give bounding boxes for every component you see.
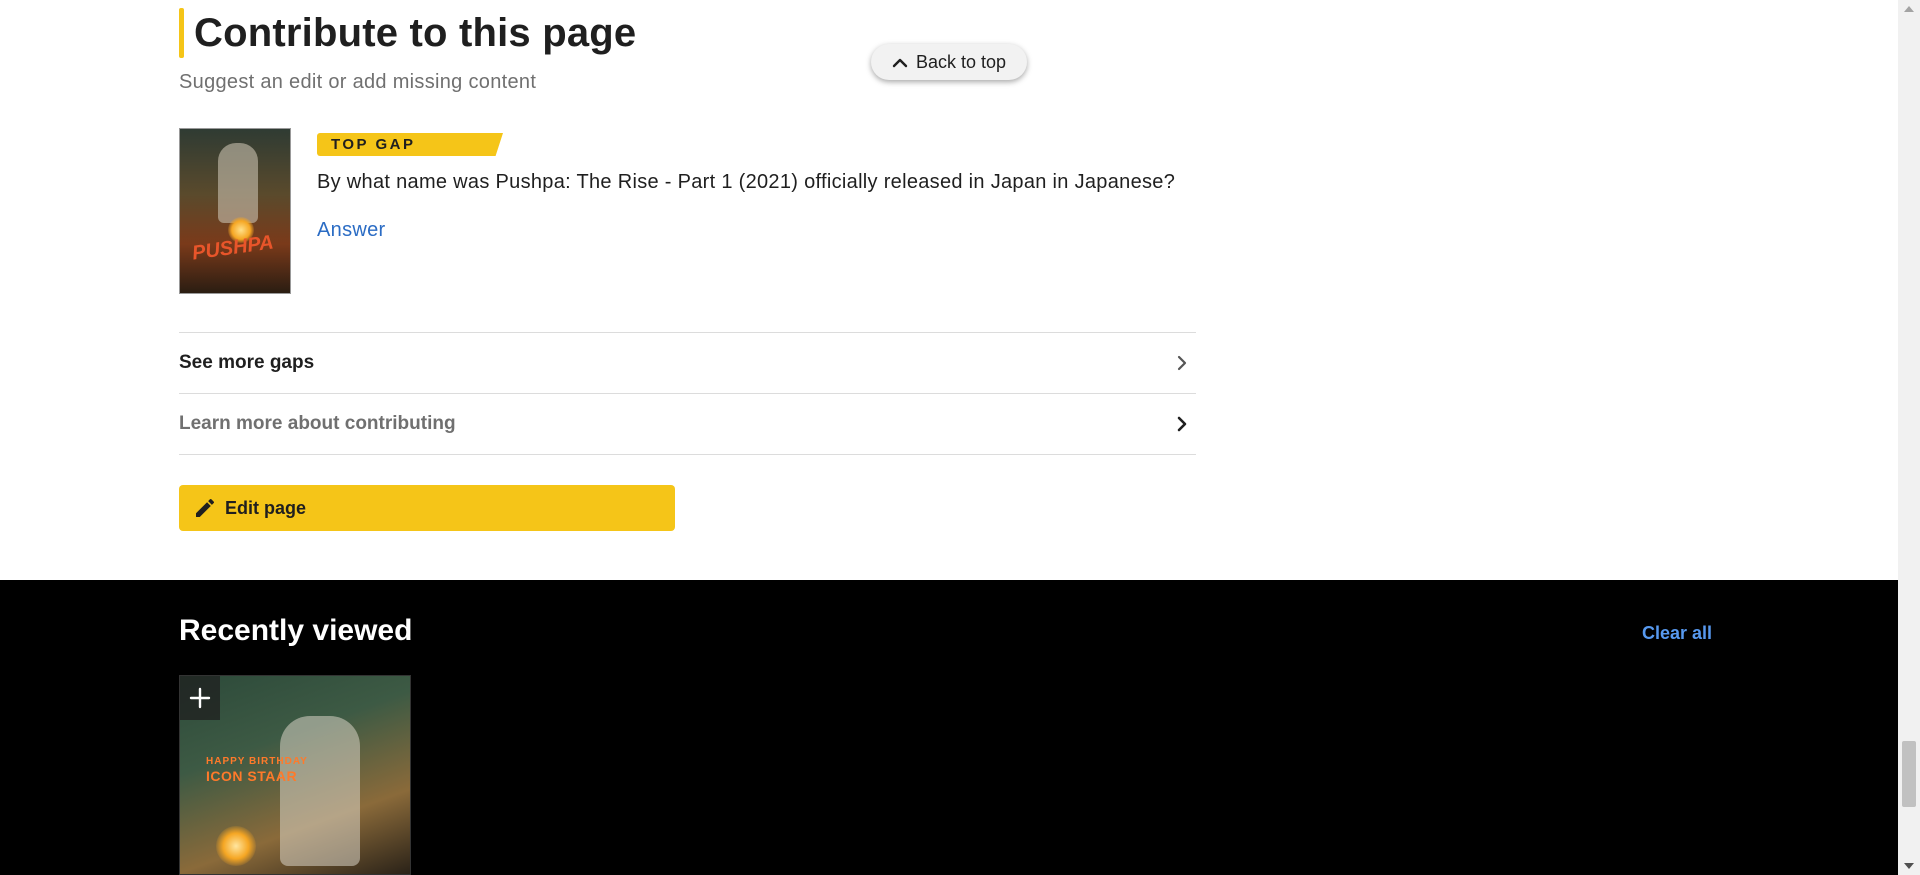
- scroll-down-arrow-icon[interactable]: [1904, 863, 1914, 869]
- poster-figure: [218, 143, 258, 223]
- learn-more-row[interactable]: Learn more about contributing: [179, 393, 1196, 455]
- back-to-top-button[interactable]: Back to top: [871, 44, 1027, 80]
- poster-text-line2: ICON STAAR: [206, 768, 298, 784]
- scrollbar-thumb[interactable]: [1902, 741, 1916, 807]
- chevron-up-icon: [892, 58, 908, 68]
- section-subtitle: Suggest an edit or add missing content: [179, 71, 537, 93]
- section-heading: Contribute to this page: [179, 8, 636, 58]
- plus-icon: [189, 687, 211, 709]
- recently-viewed-title: Recently viewed: [179, 614, 413, 647]
- edit-page-button[interactable]: Edit page: [179, 485, 675, 531]
- chevron-right-icon: [1177, 416, 1187, 432]
- answer-link[interactable]: Answer: [317, 219, 386, 242]
- see-more-gaps-row[interactable]: See more gaps: [179, 332, 1196, 392]
- gap-question: By what name was Pushpa: The Rise - Part…: [317, 171, 1176, 193]
- edit-page-label: Edit page: [225, 497, 307, 518]
- back-to-top-label: Back to top: [915, 51, 1007, 72]
- clear-all-link[interactable]: Clear all: [1642, 623, 1712, 644]
- chevron-right-icon: [1177, 355, 1187, 370]
- learn-more-label: Learn more about contributing: [179, 413, 456, 434]
- pencil-icon: [196, 498, 215, 517]
- contribute-section: Contribute to this page Suggest an edit …: [0, 0, 1898, 580]
- poster-text-line1: HAPPY BIRTHDAY: [206, 756, 308, 767]
- poster-figure: [280, 716, 360, 866]
- scroll-up-arrow-icon[interactable]: [1904, 6, 1914, 12]
- title-poster[interactable]: PUSHPA: [179, 128, 291, 294]
- page: Contribute to this page Suggest an edit …: [0, 0, 1920, 875]
- scrollbar[interactable]: [1898, 0, 1920, 875]
- see-more-gaps-label: See more gaps: [179, 351, 315, 373]
- add-to-watchlist-button[interactable]: [180, 676, 220, 720]
- title-accent-bar: [179, 8, 184, 58]
- poster-headlight: [216, 826, 256, 866]
- recently-viewed-card[interactable]: HAPPY BIRTHDAY ICON STAAR: [179, 675, 411, 875]
- top-gap-badge: TOP GAP: [317, 133, 503, 156]
- poster-logo-text: PUSHPA: [190, 231, 275, 265]
- section-title: Contribute to this page: [194, 10, 637, 55]
